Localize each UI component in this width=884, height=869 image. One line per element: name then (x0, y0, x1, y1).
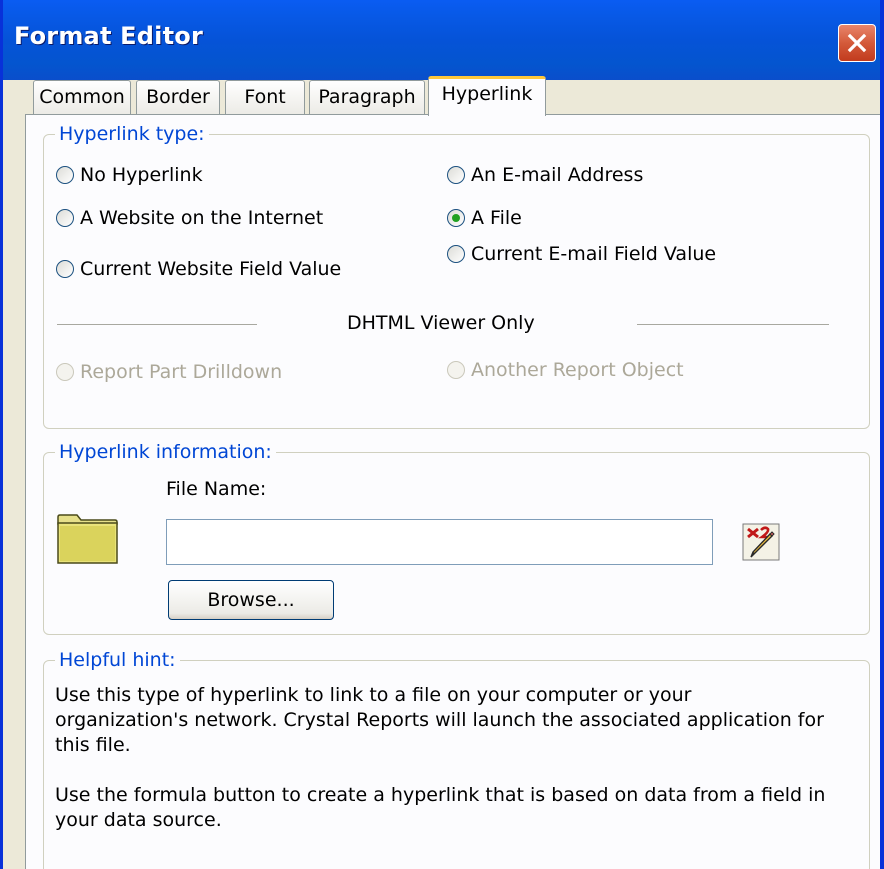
hyperlink-type-legend: Hyperlink type: (55, 123, 209, 145)
hint-text-line: Use the formula button to create a hyper… (55, 784, 826, 806)
radio-label: An E-mail Address (471, 164, 644, 186)
radio-file[interactable]: A File (447, 207, 522, 229)
browse-button[interactable]: Browse... (168, 580, 334, 620)
folder-icon (57, 514, 118, 564)
radio-current-website-field[interactable]: Current Website Field Value (56, 258, 341, 280)
radio-label: A File (471, 207, 522, 229)
radio-circle (56, 260, 74, 278)
separator-left (57, 324, 257, 325)
helpful-hint-legend: Helpful hint: (55, 649, 180, 671)
radio-label: No Hyperlink (80, 164, 203, 186)
file-name-input[interactable] (166, 519, 713, 565)
format-editor-window: Format Editor Common Border Font Paragra… (0, 0, 884, 869)
tab-panel-hyperlink: Hyperlink type: No Hyperlink A Website o… (25, 114, 880, 869)
radio-label: Another Report Object (471, 359, 684, 381)
tab-font[interactable]: Font (225, 80, 305, 114)
window-title: Format Editor (14, 22, 203, 50)
helpful-hint-group: Helpful hint: Use this type of hyperlink… (43, 649, 870, 869)
close-button[interactable] (838, 24, 876, 62)
radio-selected-dot (452, 214, 460, 222)
radio-current-email-field[interactable]: Current E-mail Field Value (447, 243, 716, 265)
tab-common[interactable]: Common (33, 80, 131, 114)
hint-text-line: organization's network. Crystal Reports … (55, 709, 824, 731)
hyperlink-information-legend: Hyperlink information: (55, 441, 276, 463)
radio-circle (56, 209, 74, 227)
close-icon (847, 33, 867, 53)
tab-paragraph[interactable]: Paragraph (309, 80, 425, 114)
formula-button[interactable] (742, 523, 780, 561)
tab-hyperlink[interactable]: Hyperlink (428, 76, 546, 116)
dhtml-viewer-label: DHTML Viewer Only (347, 312, 535, 334)
hyperlink-type-group: Hyperlink type: No Hyperlink A Website o… (43, 123, 870, 429)
radio-no-hyperlink[interactable]: No Hyperlink (56, 164, 203, 186)
radio-circle (447, 245, 465, 263)
radio-circle-selected (447, 209, 465, 227)
radio-label: Current E-mail Field Value (471, 243, 717, 265)
radio-label: Current Website Field Value (80, 258, 342, 280)
radio-another-report-object: Another Report Object (447, 359, 684, 381)
hyperlink-information-group: Hyperlink information: File Name: Browse… (43, 441, 870, 635)
radio-circle (447, 166, 465, 184)
radio-circle (56, 166, 74, 184)
radio-circle (447, 361, 465, 379)
title-bar: Format Editor (3, 0, 880, 80)
radio-circle (56, 363, 74, 381)
radio-report-part-drilldown: Report Part Drilldown (56, 361, 282, 383)
tab-border[interactable]: Border (136, 80, 220, 114)
radio-label: Report Part Drilldown (80, 361, 283, 383)
separator-right (637, 324, 829, 325)
radio-website[interactable]: A Website on the Internet (56, 207, 323, 229)
formula-icon (742, 523, 780, 561)
hint-text-line: Use this type of hyperlink to link to a … (55, 684, 692, 706)
radio-email[interactable]: An E-mail Address (447, 164, 643, 186)
hint-text-line: this file. (55, 734, 131, 756)
hint-text-line: your data source. (55, 809, 222, 831)
radio-label: A Website on the Internet (80, 207, 324, 229)
file-name-label: File Name: (166, 478, 267, 500)
